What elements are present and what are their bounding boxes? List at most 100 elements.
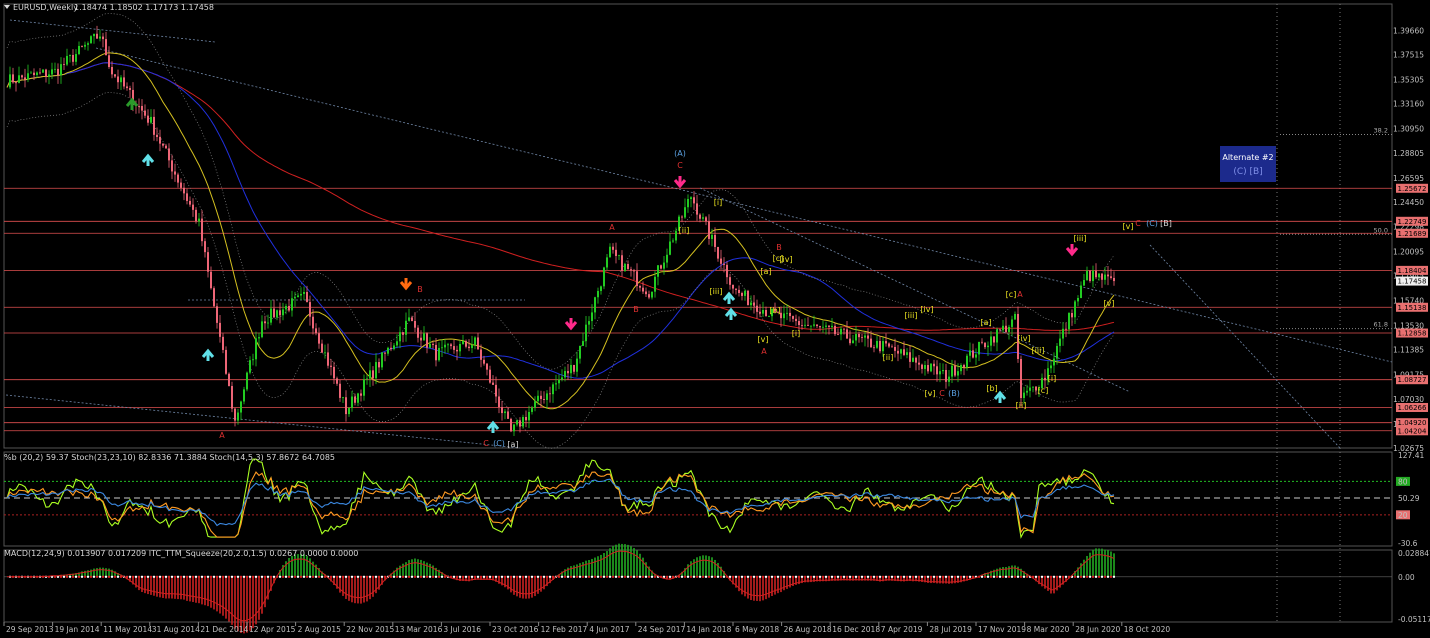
candle-body [66, 55, 68, 65]
wave-label: A [609, 223, 615, 232]
wave-label: [i] [714, 198, 722, 207]
candle-body [690, 197, 692, 200]
candle-body [837, 334, 839, 335]
squeeze-dot [486, 575, 488, 578]
candle-body [657, 265, 659, 277]
candle-body [744, 290, 746, 296]
price-level-tag-text: 1.21689 [1398, 230, 1427, 238]
candle-body [636, 271, 638, 286]
time-axis-label: 29 Sep 2013 [6, 625, 54, 634]
squeeze-dot [873, 575, 875, 578]
candle-body [960, 364, 962, 372]
candle-body [843, 328, 845, 330]
candle-body [951, 365, 953, 377]
squeeze-dot [360, 575, 362, 578]
candle-body [540, 395, 542, 400]
squeeze-dot [819, 575, 821, 578]
candle-body [141, 105, 143, 111]
candle-body [594, 297, 596, 313]
fib-label: 50.0 [1374, 226, 1388, 234]
wave-label: [a] [507, 440, 518, 449]
wave-label: [iv] [1017, 334, 1030, 343]
squeeze-dot [525, 575, 527, 578]
candle-body [747, 290, 749, 306]
wave-label: [i] [792, 329, 800, 338]
squeeze-dot [570, 575, 572, 578]
squeeze-dot [234, 575, 236, 578]
wave-label: [iii] [1032, 346, 1045, 355]
candle-body [156, 134, 158, 137]
squeeze-dot [369, 575, 371, 578]
candle-body [438, 347, 440, 361]
candle-body [297, 295, 299, 298]
candle-body [555, 383, 557, 385]
price-axis-label: 1.26595 [1393, 174, 1424, 183]
candle-body [453, 346, 455, 350]
candle-body [279, 310, 281, 316]
candle-body [324, 352, 326, 354]
price-level-tag-text: 1.18404 [1398, 267, 1427, 275]
squeeze-dot [1026, 575, 1028, 578]
candle-body [1080, 285, 1082, 298]
wave-label: [v] [925, 389, 936, 398]
candle-body [711, 234, 713, 239]
squeeze-dot [969, 575, 971, 578]
alternate-title: Alternate #2 [1222, 153, 1273, 162]
candle-body [867, 335, 869, 339]
squeeze-dot [336, 575, 338, 578]
candle-body [993, 336, 995, 343]
candle-body [918, 362, 920, 365]
squeeze-dot [903, 575, 905, 578]
candle-body [318, 333, 320, 344]
candle-body [972, 350, 974, 358]
candle-body [807, 324, 809, 326]
squeeze-dot [1098, 575, 1100, 578]
squeeze-dot [852, 575, 854, 578]
candle-body [219, 322, 221, 337]
candle-body [687, 199, 689, 208]
candle-body [117, 76, 119, 83]
candle-body [1029, 387, 1031, 391]
squeeze-dot [297, 575, 299, 578]
time-axis-label: 4 Jun 2017 [589, 625, 630, 634]
candle-body [621, 255, 623, 271]
price-axis-label: 1.37515 [1393, 50, 1424, 59]
candle-body [828, 325, 830, 327]
candle-body [144, 110, 146, 116]
candle-body [729, 277, 731, 285]
candle-body [414, 320, 416, 328]
candle-body [303, 292, 305, 294]
squeeze-dot [213, 575, 215, 578]
candle-body [462, 341, 464, 344]
squeeze-dot [627, 575, 629, 578]
squeeze-dot [624, 575, 626, 578]
candle-body [243, 389, 245, 402]
squeeze-dot [462, 575, 464, 578]
squeeze-dot [81, 575, 83, 578]
trading-chart[interactable]: 38.250.061.8 (A)CABABABC (C) [a][i][ii][ii… [0, 0, 1430, 638]
candle-body [768, 316, 770, 317]
squeeze-dot [990, 575, 992, 578]
candle-body [1059, 338, 1061, 346]
candle-body [969, 350, 971, 356]
squeeze-dot [1050, 575, 1052, 578]
squeeze-dot [699, 575, 701, 578]
candle-body [465, 341, 467, 347]
squeeze-dot [840, 575, 842, 578]
squeeze-dot [645, 575, 647, 578]
candle-body [615, 249, 617, 256]
candle-body [1104, 274, 1106, 280]
squeeze-dot [768, 575, 770, 578]
squeeze-dot [771, 575, 773, 578]
candle-body [786, 312, 788, 314]
squeeze-dot [63, 575, 65, 578]
squeeze-dot [855, 575, 857, 578]
squeeze-dot [846, 575, 848, 578]
candle-body [75, 54, 77, 62]
candle-body [270, 308, 272, 323]
candle-body [648, 294, 650, 298]
candle-body [798, 321, 800, 326]
candle-body [999, 329, 1001, 331]
candle-body [792, 316, 794, 319]
squeeze-dot [1047, 575, 1049, 578]
